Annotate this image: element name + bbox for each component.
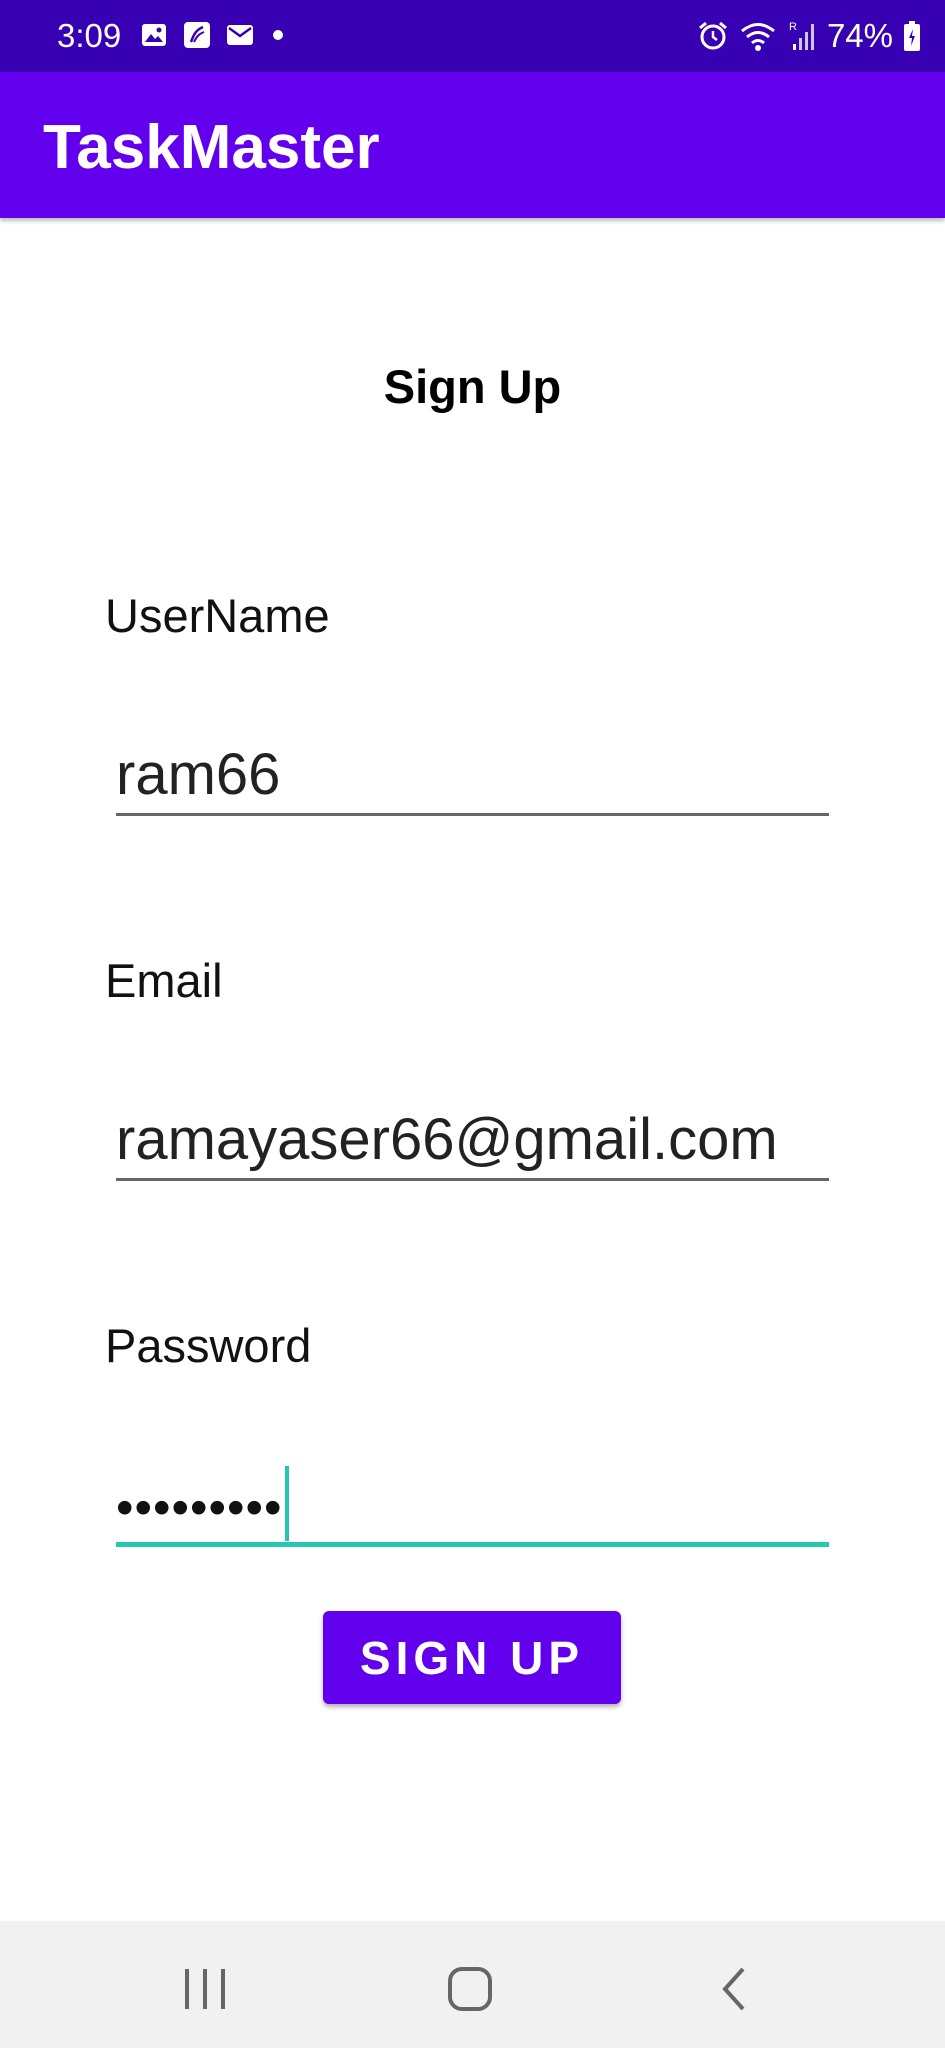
password-value: ••••••••• [116,1479,283,1536]
battery-icon [904,21,920,51]
notification-icons [140,20,288,50]
signal-icon: R [789,21,814,50]
app-bar: TaskMaster [0,72,945,218]
mail-icon [227,25,253,45]
password-label: Password [105,1319,312,1372]
system-icons: R 74% [697,16,921,56]
app-notification-icon [184,22,210,48]
home-icon[interactable] [440,1959,500,2019]
status-bar: 3:09 R 74% [0,0,945,72]
password-field[interactable]: ••••••••• [116,1466,829,1547]
navigation-bar [0,1921,945,2048]
username-field[interactable]: ram66 [116,737,829,816]
page-title: Sign Up [383,360,562,413]
email-field[interactable]: ramayaser66@gmail.com [116,1102,829,1181]
status-time: 3:09 [57,17,122,54]
sign-up-button[interactable]: SIGN UP [323,1611,621,1704]
dot-icon [273,30,283,40]
alarm-icon [698,21,727,50]
email-label: Email [105,954,223,1007]
image-icon [142,24,166,46]
wifi-icon [740,23,775,51]
app-title: TaskMaster [43,113,380,182]
battery-percent: 74% [826,17,893,54]
text-cursor [284,1466,289,1541]
recents-icon[interactable] [175,1959,235,2019]
back-icon[interactable] [705,1959,765,2019]
username-label: UserName [105,589,330,642]
svg-text:R: R [789,21,797,33]
